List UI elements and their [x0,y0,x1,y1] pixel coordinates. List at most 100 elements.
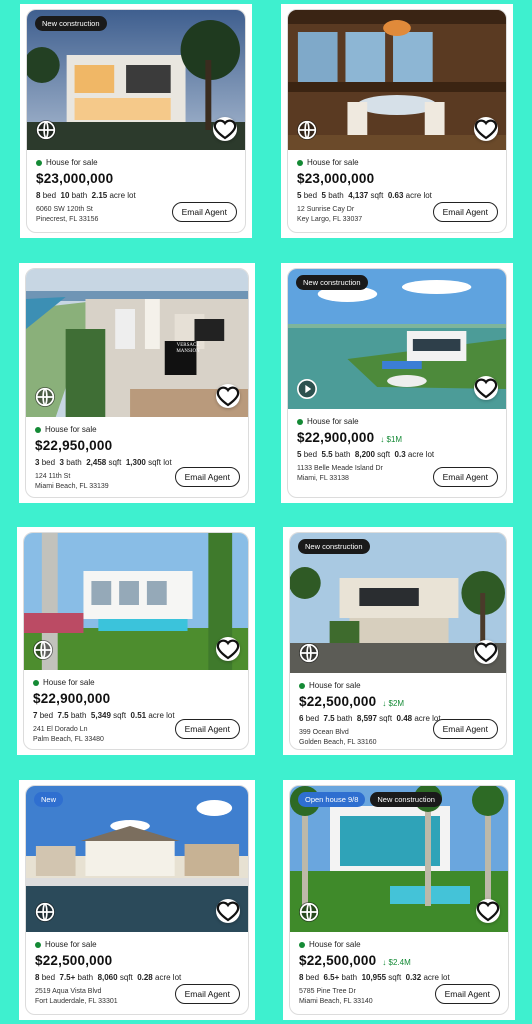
sqft-value: 10,955 [361,973,387,982]
listing-photo[interactable]: New construction [288,269,506,409]
price-row: $22,950,000 [35,438,240,453]
beds-label: bed [41,458,56,467]
status-dot-icon [35,426,41,433]
heart-icon[interactable] [216,899,240,923]
listing-price: $22,950,000 [35,438,113,453]
listing-card-body[interactable]: Open house 9/8 New construction House for… [289,785,509,1015]
heart-icon[interactable] [216,637,240,661]
email-agent-button[interactable]: Email Agent [434,984,500,1004]
listing-card[interactable]: VERSACE MANSION House for sale $22,950,0… [19,263,255,503]
heart-icon[interactable] [474,376,498,400]
heart-icon[interactable] [474,117,498,141]
lot-label: acre lot [155,973,182,982]
lot-value: 0.63 [387,191,404,200]
email-agent-button[interactable]: Email Agent [174,719,240,739]
price-row: $22,900,000 [33,691,240,706]
listing-tag: New construction [370,792,442,807]
listing-card-body[interactable]: House for sale $23,000,000 5 bed 5 bath … [287,9,507,233]
status-dot-icon [33,679,39,686]
email-agent-button[interactable]: Email Agent [174,467,240,487]
sqft-value: 8,060 [97,973,118,982]
globe-icon[interactable] [297,120,317,140]
listing-photo[interactable] [288,10,506,150]
listing-photo[interactable] [24,533,248,670]
heart-icon[interactable] [213,117,237,141]
price-row: $23,000,000 [36,171,237,186]
listing-price: $22,500,000 [299,953,377,968]
baths-label: bath [70,711,87,720]
listing-card-body[interactable]: VERSACE MANSION House for sale $22,950,0… [25,268,249,498]
listing-card-body[interactable]: House for sale $22,900,000 7 bed 7.5 bat… [23,532,249,750]
email-agent-button[interactable]: Email Agent [432,467,498,487]
listing-tag: Open house 9/8 [298,792,366,807]
heart-icon[interactable] [474,640,498,664]
listing-card[interactable]: New construction House for sale $23,000,… [20,4,252,238]
listing-card[interactable]: New House for sale $22,500,000 8 bed 7.5… [19,780,255,1020]
beds-label: bed [305,973,320,982]
sqft-value: 8,200 [354,450,375,459]
globe-icon[interactable] [299,902,319,922]
listing-price: $22,500,000 [35,953,113,968]
beds-value: 8 [36,191,41,200]
listing-card[interactable]: Open house 9/8 New construction House for… [283,780,515,1020]
email-agent-button[interactable]: Email Agent [432,202,498,222]
lot-label: acre lot [423,973,450,982]
baths-label: bath [71,191,88,200]
listing-card[interactable]: House for sale $22,900,000 7 bed 7.5 bat… [17,527,255,755]
email-agent-button[interactable]: Email Agent [171,202,237,222]
globe-icon[interactable] [35,387,55,407]
globe-icon[interactable] [299,643,319,663]
lot-value: 0.32 [405,973,422,982]
listing-status: House for sale [299,940,500,949]
listing-price: $22,900,000 [33,691,111,706]
play-icon[interactable] [297,379,317,399]
status-label: House for sale [307,158,359,167]
listing-status: House for sale [35,940,240,949]
listing-card[interactable]: House for sale $23,000,000 5 bed 5 bath … [281,4,513,238]
listing-price: $22,500,000 [299,694,377,709]
baths-value: 7.5 [57,711,69,720]
listing-facts: 5 bed 5 bath 4,137 sqft 0.63 acre lot [297,191,498,200]
listing-photo[interactable]: New construction [290,533,506,673]
heart-icon[interactable] [216,384,240,408]
price-drop: ↓ $1M [380,435,403,444]
listing-price: $23,000,000 [297,171,375,186]
listing-tag: New construction [298,539,370,554]
status-dot-icon [297,159,303,166]
status-label: House for sale [45,940,97,949]
sqft-value: 8,597 [356,714,377,723]
listing-card-body[interactable]: New construction House for sale $23,000,… [26,9,246,233]
status-label: House for sale [307,417,359,426]
listing-photo[interactable]: VERSACE MANSION [26,269,248,417]
listing-status: House for sale [36,158,237,167]
globe-icon[interactable] [33,640,53,660]
globe-icon[interactable] [36,120,56,140]
baths-value: 5.5 [321,450,333,459]
globe-icon[interactable] [35,902,55,922]
beds-value: 7 [33,711,38,720]
sqft-value: 5,349 [90,711,111,720]
sqft-value: 4,137 [348,191,369,200]
status-dot-icon [299,682,305,689]
listing-card-body[interactable]: New House for sale $22,500,000 8 bed 7.5… [25,785,249,1015]
price-row: $22,500,000 ↓ $2.4M [299,953,500,968]
listing-status: House for sale [299,681,498,690]
beds-label: bed [41,973,56,982]
lot-label: sqft lot [148,458,172,467]
listing-photo[interactable]: New [26,786,248,932]
baths-label: bath [341,973,358,982]
email-agent-button[interactable]: Email Agent [432,719,498,739]
listing-tag: New construction [35,16,107,31]
listing-photo[interactable]: New construction [27,10,245,150]
beds-label: bed [303,191,318,200]
email-agent-button[interactable]: Email Agent [174,984,240,1004]
baths-value: 5 [321,191,326,200]
listing-photo[interactable]: Open house 9/8 New construction [290,786,508,932]
price-row: $22,500,000 ↓ $2M [299,694,498,709]
sign-text: VERSACE MANSION [176,343,200,354]
listing-card[interactable]: New construction House for sale $22,500,… [283,527,513,755]
listing-card[interactable]: New construction House for sale $22,900,… [281,263,513,503]
listing-card-body[interactable]: New construction House for sale $22,500,… [289,532,507,750]
listing-card-body[interactable]: New construction House for sale $22,900,… [287,268,507,498]
heart-icon[interactable] [476,899,500,923]
